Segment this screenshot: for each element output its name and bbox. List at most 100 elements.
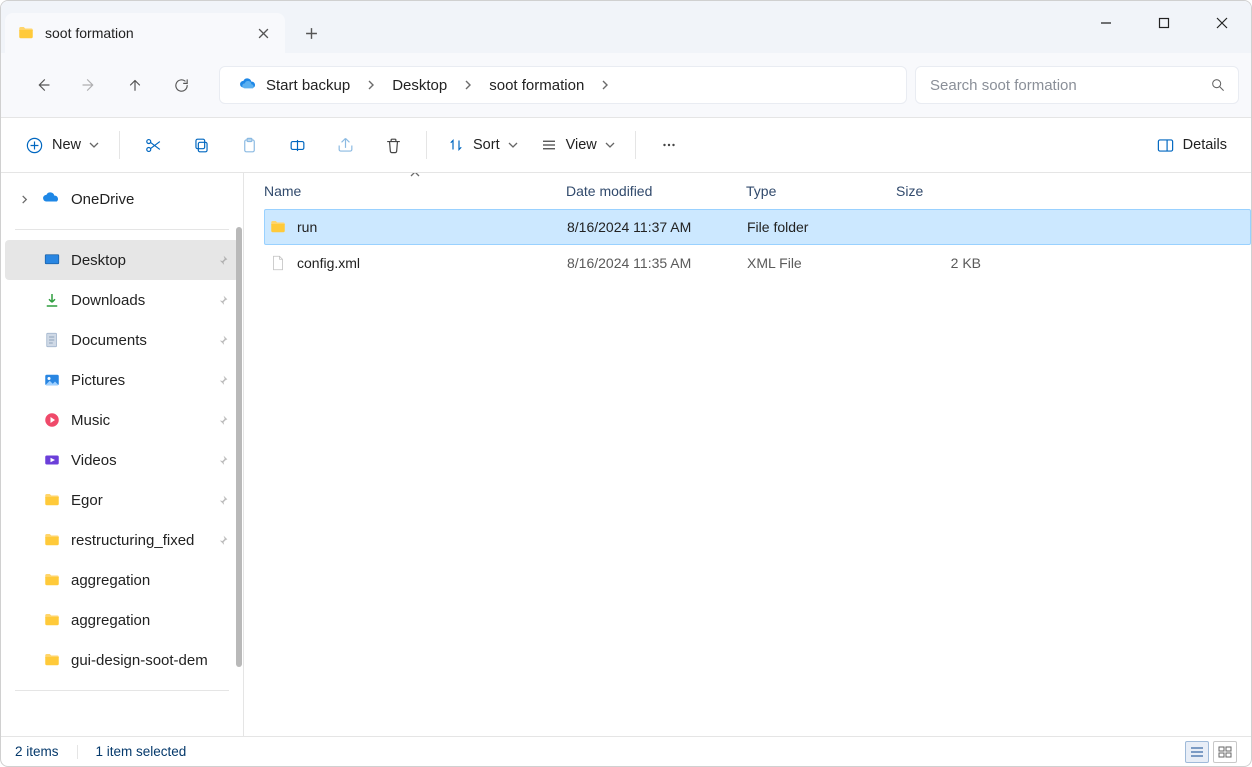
folder-icon bbox=[17, 24, 35, 42]
view-button[interactable]: View bbox=[530, 125, 625, 165]
crumb-start-backup[interactable]: Start backup bbox=[228, 67, 360, 103]
chevron-right-icon[interactable] bbox=[17, 195, 31, 204]
sidebar-item-label: Egor bbox=[71, 492, 206, 509]
chevron-down-icon bbox=[605, 140, 615, 150]
cell-type: File folder bbox=[747, 219, 897, 235]
sidebar-item-pictures[interactable]: Pictures bbox=[5, 360, 239, 400]
large-icons-view-button[interactable] bbox=[1213, 741, 1237, 763]
up-button[interactable] bbox=[113, 65, 157, 105]
chevron-right-icon[interactable] bbox=[457, 67, 479, 103]
new-tab-button[interactable] bbox=[291, 13, 331, 53]
cell-type: XML File bbox=[747, 255, 897, 271]
cell-name: run bbox=[265, 218, 567, 236]
sidebar-item-restructuring-fixed[interactable]: restructuring_fixed bbox=[5, 520, 239, 560]
separator bbox=[15, 229, 229, 230]
column-header-date[interactable]: Date modified bbox=[566, 173, 746, 209]
status-items-count: 2 items bbox=[15, 744, 59, 759]
cell-name: config.xml bbox=[265, 254, 567, 272]
column-label: Date modified bbox=[566, 183, 652, 199]
chevron-right-icon[interactable] bbox=[360, 67, 382, 103]
back-button[interactable] bbox=[21, 65, 65, 105]
sidebar-item-aggregation[interactable]: aggregation bbox=[5, 560, 239, 600]
share-button[interactable] bbox=[322, 125, 368, 165]
onedrive-icon bbox=[238, 75, 258, 95]
cell-date: 8/16/2024 11:37 AM bbox=[567, 219, 747, 235]
sort-button[interactable]: Sort bbox=[437, 125, 528, 165]
folder-icon bbox=[43, 531, 61, 549]
share-icon bbox=[336, 136, 355, 155]
paste-icon bbox=[240, 136, 259, 155]
refresh-button[interactable] bbox=[159, 65, 203, 105]
column-headers: Name Date modified Type Size bbox=[244, 173, 1251, 209]
pin-icon bbox=[216, 414, 229, 427]
rename-button[interactable] bbox=[274, 125, 320, 165]
delete-button[interactable] bbox=[370, 125, 416, 165]
videos-icon bbox=[43, 451, 61, 469]
sidebar-item-label: gui-design-soot-dem bbox=[71, 652, 229, 669]
tab-close-button[interactable] bbox=[255, 25, 271, 41]
trash-icon bbox=[384, 136, 403, 155]
maximize-button[interactable] bbox=[1135, 5, 1193, 41]
folder-icon bbox=[269, 218, 287, 236]
music-icon bbox=[43, 411, 61, 429]
column-header-name[interactable]: Name bbox=[264, 173, 566, 209]
onedrive-icon bbox=[41, 189, 61, 209]
column-header-type[interactable]: Type bbox=[746, 173, 896, 209]
column-label: Name bbox=[264, 183, 301, 199]
search-box[interactable] bbox=[915, 66, 1239, 104]
sidebar-item-videos[interactable]: Videos bbox=[5, 440, 239, 480]
sidebar-item-label: Documents bbox=[71, 332, 206, 349]
file-name: run bbox=[297, 219, 317, 235]
crumb-label: Start backup bbox=[266, 77, 350, 94]
sort-icon bbox=[447, 136, 465, 154]
breadcrumb[interactable]: Start backup Desktop soot formation bbox=[219, 66, 907, 104]
more-button[interactable] bbox=[646, 125, 692, 165]
chevron-down-icon bbox=[89, 140, 99, 150]
sidebar-item-documents[interactable]: Documents bbox=[5, 320, 239, 360]
details-pane-button[interactable]: Details bbox=[1146, 125, 1237, 165]
cut-button[interactable] bbox=[130, 125, 176, 165]
details-label: Details bbox=[1183, 137, 1227, 153]
tab-title: soot formation bbox=[45, 25, 134, 41]
copy-button[interactable] bbox=[178, 125, 224, 165]
sidebar-item-music[interactable]: Music bbox=[5, 400, 239, 440]
details-view-button[interactable] bbox=[1185, 741, 1209, 763]
crumb-soot-formation[interactable]: soot formation bbox=[479, 67, 594, 103]
folder-icon bbox=[43, 571, 61, 589]
sidebar-item-egor[interactable]: Egor bbox=[5, 480, 239, 520]
column-header-size[interactable]: Size bbox=[896, 173, 992, 209]
copy-icon bbox=[192, 136, 211, 155]
pin-icon bbox=[216, 454, 229, 467]
sidebar-item-gui-design[interactable]: gui-design-soot-dem bbox=[5, 640, 239, 680]
paste-button[interactable] bbox=[226, 125, 272, 165]
sidebar-item-label: Music bbox=[71, 412, 206, 429]
file-rows: run 8/16/2024 11:37 AM File folder confi… bbox=[244, 209, 1251, 736]
crumb-label: Desktop bbox=[392, 77, 447, 94]
new-button[interactable]: New bbox=[15, 125, 109, 165]
plus-circle-icon bbox=[25, 136, 44, 155]
pin-icon bbox=[216, 294, 229, 307]
close-window-button[interactable] bbox=[1193, 5, 1251, 41]
body: OneDrive Desktop Downloads bbox=[1, 173, 1251, 736]
sidebar-item-downloads[interactable]: Downloads bbox=[5, 280, 239, 320]
sidebar-item-onedrive[interactable]: OneDrive bbox=[5, 179, 239, 219]
status-bar: 2 items 1 item selected bbox=[1, 736, 1251, 766]
nav-buttons bbox=[21, 65, 203, 105]
sidebar-item-label: aggregation bbox=[71, 612, 229, 629]
chevron-right-icon[interactable] bbox=[594, 67, 616, 103]
table-row[interactable]: run 8/16/2024 11:37 AM File folder bbox=[264, 209, 1251, 245]
tab-active[interactable]: soot formation bbox=[5, 13, 285, 53]
search-input[interactable] bbox=[928, 76, 1210, 95]
table-row[interactable]: config.xml 8/16/2024 11:35 AM XML File 2… bbox=[264, 245, 1251, 281]
crumb-desktop[interactable]: Desktop bbox=[382, 67, 457, 103]
desktop-icon bbox=[43, 251, 61, 269]
separator bbox=[635, 131, 636, 159]
nav-sidebar[interactable]: OneDrive Desktop Downloads bbox=[1, 173, 244, 736]
separator bbox=[15, 690, 229, 691]
minimize-button[interactable] bbox=[1077, 5, 1135, 41]
forward-button[interactable] bbox=[67, 65, 111, 105]
view-label: View bbox=[566, 137, 597, 153]
scrollbar-thumb[interactable] bbox=[236, 227, 242, 667]
sidebar-item-aggregation-2[interactable]: aggregation bbox=[5, 600, 239, 640]
sidebar-item-desktop[interactable]: Desktop bbox=[5, 240, 239, 280]
